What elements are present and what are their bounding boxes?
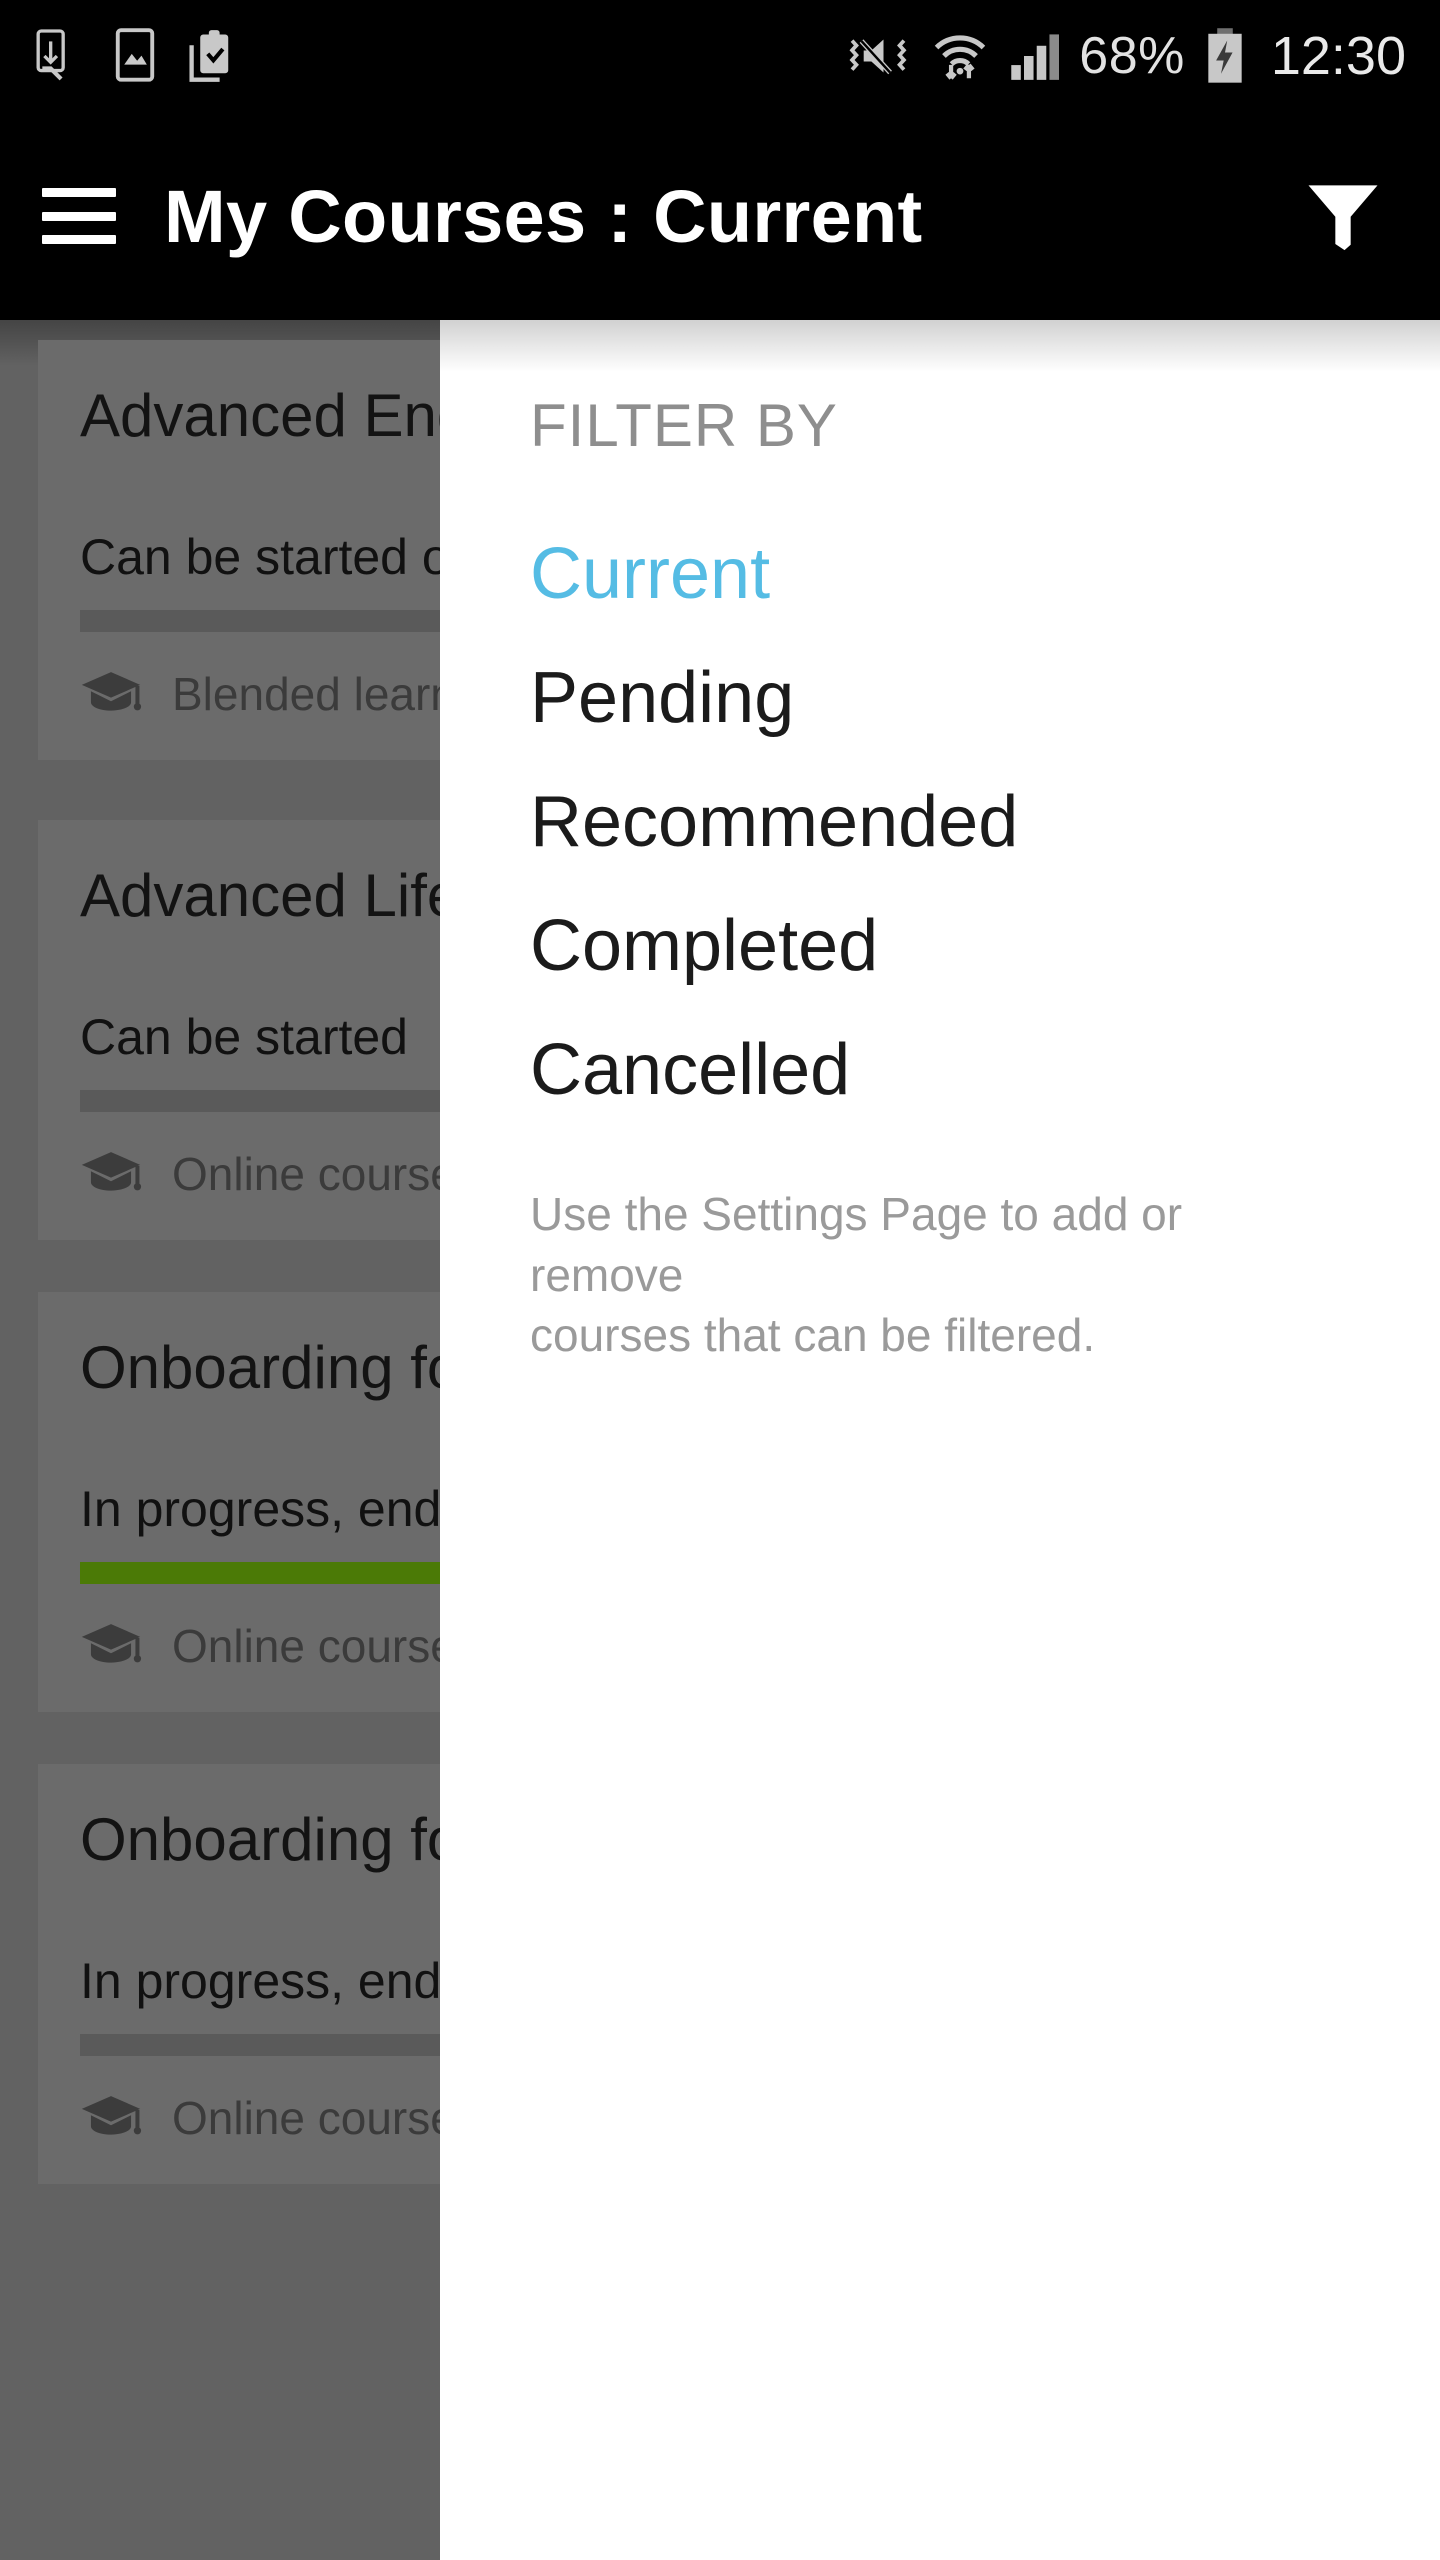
page-title: My Courses : Current bbox=[164, 174, 923, 258]
graduation-cap-icon bbox=[81, 1151, 142, 1191]
screenshot-saved-icon bbox=[36, 29, 65, 81]
wifi-icon bbox=[935, 35, 986, 80]
hamburger-menu-icon[interactable] bbox=[42, 188, 116, 244]
clipboard-check-icon bbox=[189, 30, 229, 82]
course-type-label: Online course bbox=[172, 1619, 456, 1672]
course-type-label: Online course bbox=[172, 2091, 456, 2144]
graduation-cap-icon bbox=[81, 1623, 142, 1663]
filter-panel: FILTER BY Current Pending Recommended Co… bbox=[440, 320, 1440, 2560]
filter-option-cancelled[interactable]: Cancelled bbox=[530, 1008, 1440, 1132]
filter-panel-content: FILTER BY Current Pending Recommended Co… bbox=[440, 320, 1440, 1366]
filter-option-completed[interactable]: Completed bbox=[530, 884, 1440, 1008]
status-bar-left-icons bbox=[34, 28, 236, 84]
course-type-label: Blended learn bbox=[172, 667, 456, 720]
filter-option-pending[interactable]: Pending bbox=[530, 636, 1440, 760]
status-bar: 68% 12:30 bbox=[0, 0, 1440, 112]
app-screen: 68% 12:30 Advanced Eng Can be started or bbox=[0, 0, 1440, 2560]
cellular-signal-icon bbox=[1011, 34, 1060, 80]
filter-by-heading: FILTER BY bbox=[530, 392, 838, 459]
battery-charging-icon bbox=[1208, 28, 1242, 83]
clock-label: 12:30 bbox=[1270, 26, 1406, 86]
graduation-cap-icon bbox=[81, 2095, 142, 2135]
filter-option-recommended[interactable]: Recommended bbox=[530, 760, 1440, 884]
vibrate-mute-icon bbox=[849, 39, 907, 75]
graduation-cap-icon bbox=[81, 671, 142, 711]
course-type-label: Online course bbox=[172, 1147, 456, 1200]
filter-option-current[interactable]: Current bbox=[530, 512, 1440, 636]
status-bar-right-icons: 68% 12:30 bbox=[845, 27, 1406, 85]
filter-funnel-icon[interactable] bbox=[1288, 161, 1398, 271]
filter-help-text: Use the Settings Page to add or remove c… bbox=[530, 1188, 1183, 1362]
app-bar: My Courses : Current bbox=[0, 112, 1440, 320]
battery-percent-label: 68% bbox=[1079, 27, 1185, 85]
image-icon bbox=[115, 28, 155, 82]
filter-options-list: Current Pending Recommended Completed Ca… bbox=[530, 512, 1440, 1132]
